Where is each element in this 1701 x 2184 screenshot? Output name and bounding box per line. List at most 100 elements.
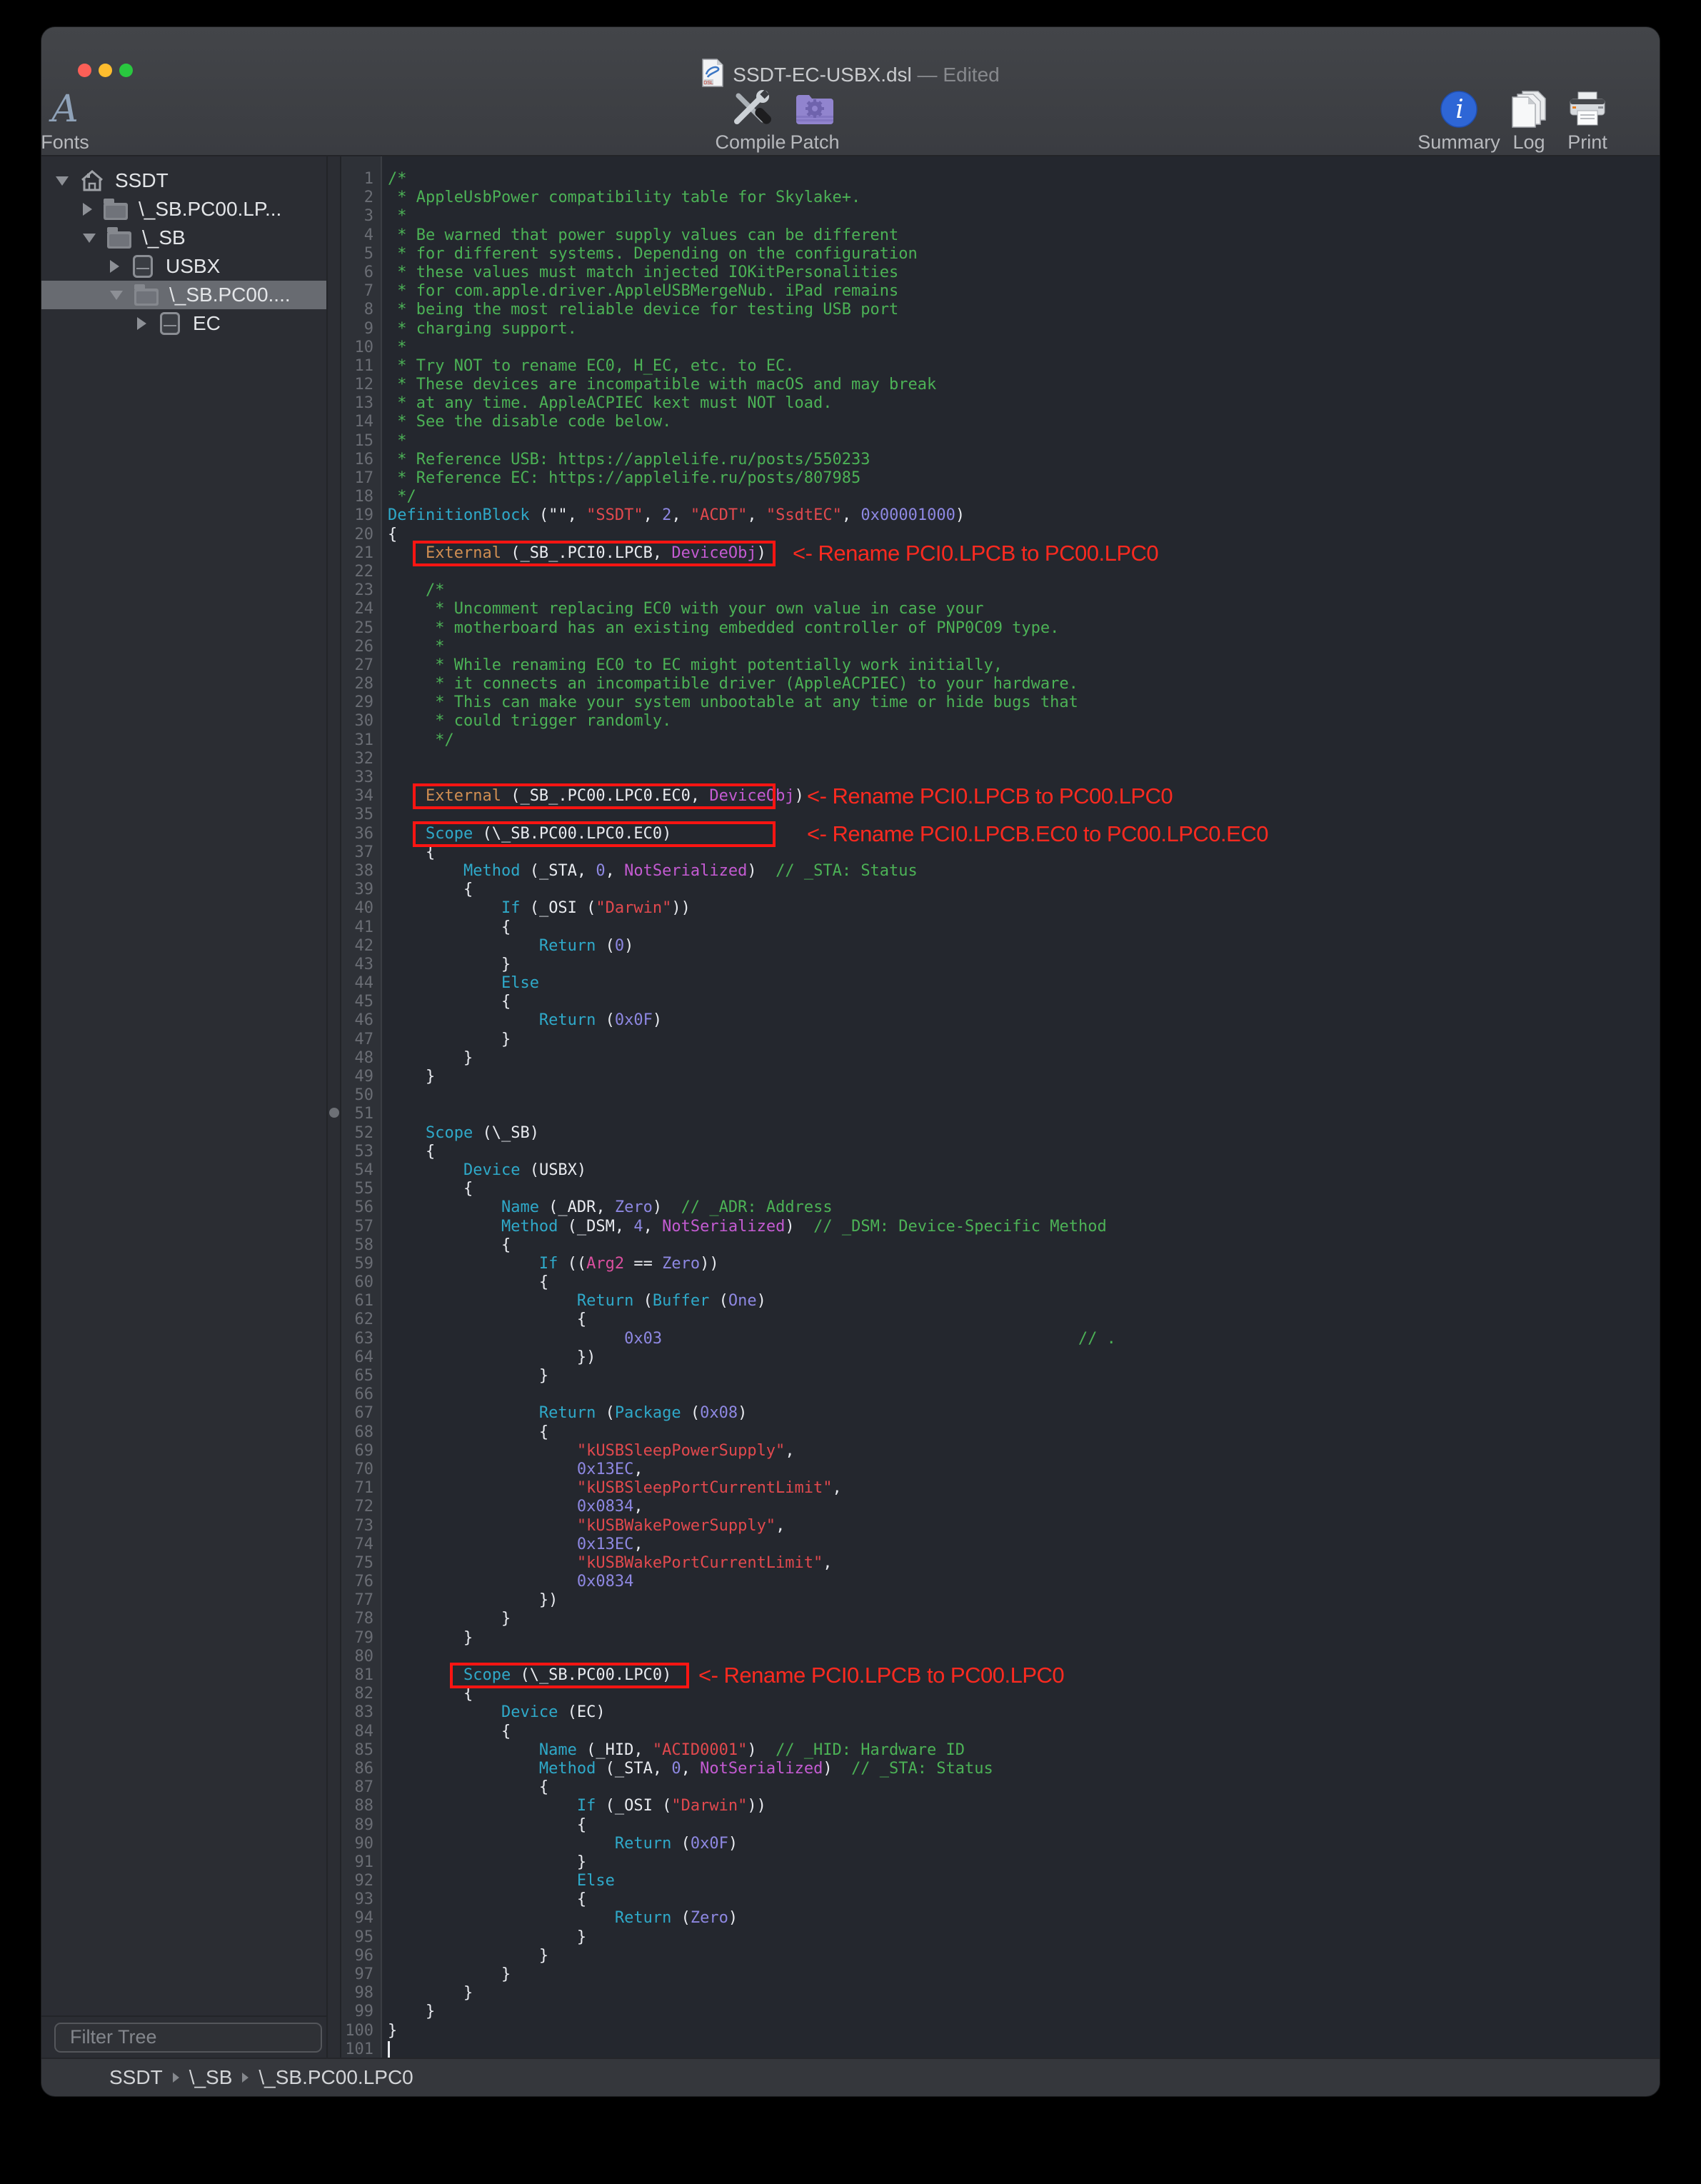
code-text[interactable]: } bbox=[381, 1928, 586, 1947]
code-text[interactable]: If (_OSI ("Darwin")) bbox=[381, 899, 691, 918]
code-text[interactable]: * AppleUsbPower compatibility table for … bbox=[381, 189, 860, 207]
code-text[interactable]: Else bbox=[381, 974, 539, 993]
code-text[interactable]: { bbox=[381, 843, 435, 862]
code-text[interactable] bbox=[381, 1648, 388, 1666]
disclosure-triangle[interactable] bbox=[110, 260, 119, 273]
code-text[interactable]: { bbox=[381, 1778, 548, 1797]
code-text[interactable]: } bbox=[381, 1984, 473, 2003]
code-text[interactable]: DefinitionBlock ("", "SSDT", 2, "ACDT", … bbox=[381, 506, 965, 525]
code-text[interactable]: Scope (\_SB.PC00.LPC0.EC0) bbox=[381, 825, 671, 843]
code-text[interactable] bbox=[381, 1386, 388, 1404]
code-text[interactable] bbox=[381, 1105, 388, 1123]
code-text[interactable]: "kUSBSleepPowerSupply", bbox=[381, 1442, 795, 1461]
code-text[interactable]: * charging support. bbox=[381, 320, 577, 339]
code-text[interactable]: { bbox=[381, 1890, 586, 1909]
code-text[interactable]: { bbox=[381, 1143, 435, 1161]
code-text[interactable]: * being the most reliable device for tes… bbox=[381, 301, 898, 319]
code-text[interactable]: Return (0x0F) bbox=[381, 1011, 662, 1030]
code-text[interactable] bbox=[381, 2040, 390, 2058]
code-text[interactable]: 0x03 // . bbox=[381, 1330, 1116, 1348]
code-text[interactable]: } bbox=[381, 1629, 473, 1648]
code-text[interactable] bbox=[381, 806, 388, 824]
code-text[interactable]: Method (_STA, 0, NotSerialized) // _STA:… bbox=[381, 862, 918, 881]
fonts-button[interactable]: A Fonts bbox=[41, 89, 126, 154]
code-text[interactable]: * bbox=[381, 207, 407, 226]
code-text[interactable]: Method (_STA, 0, NotSerialized) // _STA:… bbox=[381, 1760, 993, 1778]
disclosure-triangle[interactable] bbox=[83, 234, 96, 243]
code-text[interactable]: * it connects an incompatible driver (Ap… bbox=[381, 675, 1078, 693]
breadcrumb[interactable]: SSDT\_SB\_SB.PC00.LPC0 bbox=[109, 2066, 413, 2089]
filter-tree-input[interactable] bbox=[70, 2026, 323, 2048]
code-text[interactable]: * at any time. AppleACPIEC kext must NOT… bbox=[381, 394, 833, 413]
code-text[interactable]: Return (Package (0x08) bbox=[381, 1404, 747, 1423]
code-text[interactable]: * This can make your system unbootable a… bbox=[381, 693, 1078, 712]
code-text[interactable]: { bbox=[381, 1723, 511, 1741]
code-text[interactable]: */ bbox=[381, 488, 416, 506]
filter-tree-field[interactable] bbox=[54, 2023, 322, 2053]
code-text[interactable]: * Reference USB: https://applelife.ru/po… bbox=[381, 451, 870, 469]
code-text[interactable] bbox=[381, 563, 388, 581]
tree-item-sb[interactable]: \_SB bbox=[41, 224, 326, 252]
code-text[interactable]: If (_OSI ("Darwin")) bbox=[381, 1797, 766, 1815]
code-text[interactable]: } bbox=[381, 1610, 511, 1628]
patch-button[interactable]: Patch bbox=[754, 89, 875, 154]
code-text[interactable]: 0x0834 bbox=[381, 1573, 633, 1591]
code-text[interactable]: 0x13EC, bbox=[381, 1461, 643, 1479]
code-text[interactable]: * Be warned that power supply values can… bbox=[381, 226, 898, 245]
code-text[interactable]: Device (EC) bbox=[381, 1703, 606, 1722]
code-text[interactable]: } bbox=[381, 1367, 548, 1386]
code-text[interactable]: { bbox=[381, 526, 397, 544]
code-text[interactable]: Name (_HID, "ACID0001") // _HID: Hardwar… bbox=[381, 1741, 965, 1760]
code-text[interactable]: { bbox=[381, 918, 511, 937]
code-text[interactable]: "kUSBWakePortCurrentLimit", bbox=[381, 1554, 833, 1573]
code-text[interactable]: * for different systems. Depending on th… bbox=[381, 245, 918, 264]
code-text[interactable]: * Reference EC: https://applelife.ru/pos… bbox=[381, 469, 860, 488]
code-text[interactable]: 0x0834, bbox=[381, 1498, 643, 1516]
tree-item-ec[interactable]: EC bbox=[41, 309, 326, 338]
code-text[interactable]: } bbox=[381, 1031, 511, 1049]
code-text[interactable]: { bbox=[381, 1236, 511, 1255]
code-text[interactable]: } bbox=[381, 1965, 511, 1984]
code-text[interactable]: Else bbox=[381, 1872, 615, 1890]
code-text[interactable]: } bbox=[381, 1947, 548, 1965]
code-text[interactable]: { bbox=[381, 1180, 473, 1198]
code-text[interactable]: { bbox=[381, 1685, 473, 1703]
tree-item-ssdt[interactable]: SSDT bbox=[41, 166, 326, 195]
code-text[interactable]: * motherboard has an existing embedded c… bbox=[381, 619, 1059, 638]
code-text[interactable]: { bbox=[381, 1423, 548, 1442]
code-text[interactable]: * See the disable code below. bbox=[381, 413, 671, 431]
code-text[interactable] bbox=[381, 750, 388, 768]
code-text[interactable]: * While renaming EC0 to EC might potenti… bbox=[381, 656, 1003, 675]
code-text[interactable]: { bbox=[381, 1816, 586, 1835]
disclosure-triangle[interactable] bbox=[56, 176, 69, 186]
code-text[interactable]: Return (Buffer (One) bbox=[381, 1292, 766, 1311]
disclosure-triangle[interactable] bbox=[110, 291, 123, 300]
code-text[interactable]: * Try NOT to rename EC0, H_EC, etc. to E… bbox=[381, 357, 795, 376]
code-text[interactable]: * bbox=[381, 432, 407, 451]
code-text[interactable]: 0x13EC, bbox=[381, 1536, 643, 1554]
breadcrumb-item[interactable]: \_SB.PC00.LPC0 bbox=[259, 2066, 413, 2089]
code-text[interactable]: * these values must match injected IOKit… bbox=[381, 264, 898, 282]
tree-item-sbpc00[interactable]: \_SB.PC00.... bbox=[41, 281, 326, 309]
code-text[interactable]: Scope (\_SB.PC00.LPC0) bbox=[381, 1666, 671, 1685]
code-text[interactable]: { bbox=[381, 881, 473, 899]
code-text[interactable]: Name (_ADR, Zero) // _ADR: Address bbox=[381, 1198, 833, 1217]
code-text[interactable]: } bbox=[381, 2003, 435, 2021]
disclosure-triangle[interactable] bbox=[137, 317, 146, 330]
code-text[interactable]: "kUSBWakePowerSupply", bbox=[381, 1517, 785, 1536]
code-text[interactable]: External (_SB_.PC00.LPC0.EC0, DeviceObj) bbox=[381, 787, 804, 806]
disclosure-triangle[interactable] bbox=[83, 203, 92, 216]
code-text[interactable] bbox=[381, 768, 388, 787]
code-text[interactable]: */ bbox=[381, 731, 454, 750]
code-text[interactable]: } bbox=[381, 956, 511, 974]
code-text[interactable]: Scope (\_SB) bbox=[381, 1124, 539, 1143]
code-editor[interactable]: 1/*2 * AppleUsbPower compatibility table… bbox=[341, 156, 1660, 2058]
code-text[interactable]: } bbox=[381, 1853, 586, 1872]
code-text[interactable]: } bbox=[381, 2022, 397, 2040]
code-text[interactable]: { bbox=[381, 993, 511, 1011]
code-text[interactable]: Return (Zero) bbox=[381, 1909, 738, 1928]
tree-item-usbx[interactable]: USBX bbox=[41, 252, 326, 281]
code-text[interactable] bbox=[381, 1086, 388, 1105]
code-text[interactable]: Device (USBX) bbox=[381, 1161, 586, 1180]
code-text[interactable]: { bbox=[381, 1311, 586, 1329]
